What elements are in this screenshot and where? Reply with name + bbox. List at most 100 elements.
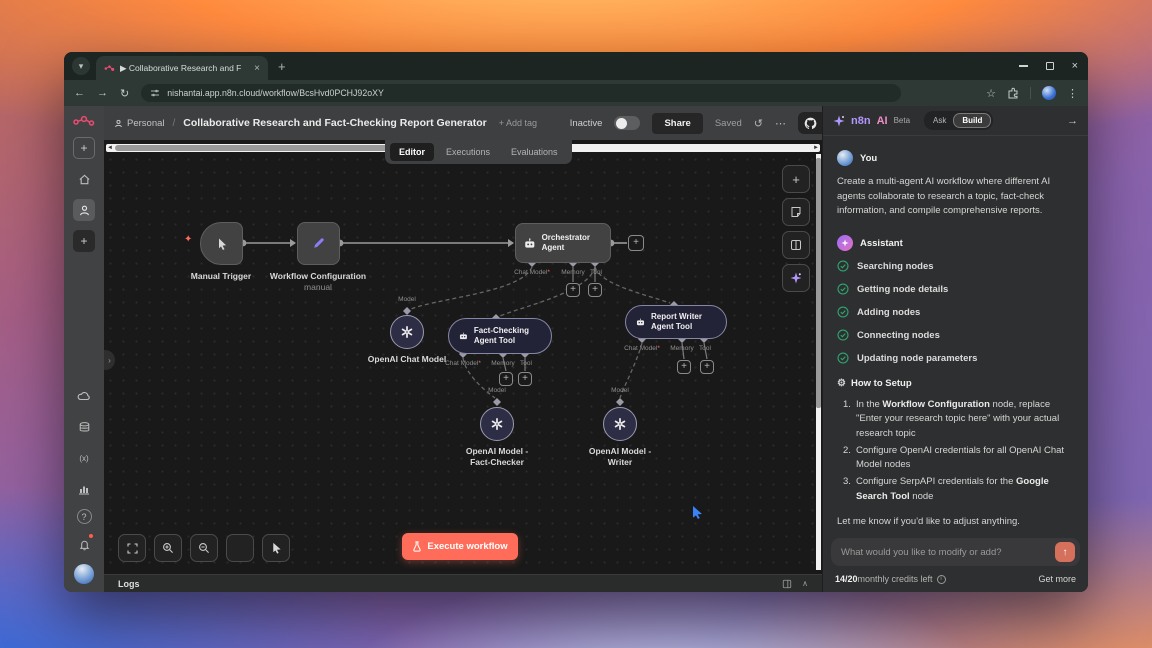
bookmark-star-icon[interactable]: ☆	[986, 87, 996, 100]
port-label-chat-model: Chat Model*	[624, 345, 660, 352]
insights-icon[interactable]	[73, 478, 95, 500]
collapse-panel-icon[interactable]: →	[1067, 115, 1078, 127]
sidebar-personal-icon[interactable]	[73, 199, 95, 221]
undo-button[interactable]	[226, 534, 254, 562]
node-openai-model-writer[interactable]	[603, 407, 637, 441]
add-tool-button[interactable]: +	[700, 360, 714, 374]
node-openai-model-fact-checker[interactable]	[480, 407, 514, 441]
fit-view-button[interactable]	[118, 534, 146, 562]
add-memory-button[interactable]: +	[566, 283, 580, 297]
node-label: Manual Trigger	[191, 271, 251, 281]
step-number: 1.	[843, 398, 856, 441]
github-widget[interactable]	[798, 112, 822, 134]
port-label-chat-model: Chat Model*	[514, 269, 550, 276]
assistant-header: n8n AI Beta Ask Build →	[823, 106, 1088, 136]
remote-cursor-icon	[692, 506, 703, 519]
restore-button[interactable]	[1046, 62, 1054, 70]
ai-assistant-button[interactable]	[782, 264, 810, 292]
browser-tab[interactable]: ▶ Collaborative Research and F ×	[96, 56, 268, 80]
sidebar-overview-add-button[interactable]: +	[73, 137, 95, 159]
tab-close-icon[interactable]: ×	[254, 63, 260, 74]
close-window-button[interactable]: ×	[1072, 60, 1078, 72]
add-memory-button[interactable]: +	[499, 372, 513, 386]
node-orchestrator-agent[interactable]: Orchestrator Agent	[515, 223, 611, 263]
info-icon[interactable]: i	[937, 575, 946, 584]
back-button[interactable]: ←	[74, 87, 85, 99]
tab-executions[interactable]: Executions	[437, 143, 499, 161]
history-icon[interactable]: ↺	[754, 117, 763, 130]
zoom-in-icon	[162, 542, 174, 554]
profile-avatar[interactable]	[1042, 86, 1056, 100]
workflow-canvas[interactable]: ◄ ► Editor Executions Evaluations +	[104, 140, 822, 574]
trigger-spark-icon: ✦	[184, 234, 192, 245]
connection-wires	[104, 140, 822, 574]
extensions-icon[interactable]	[1007, 87, 1019, 99]
send-button[interactable]: ↑	[1055, 542, 1075, 562]
ask-build-switch[interactable]: Ask Build	[924, 111, 993, 130]
variables-icon[interactable]: (x)	[73, 447, 95, 469]
chat-input-card[interactable]: ↑	[831, 538, 1080, 566]
active-toggle[interactable]	[614, 116, 640, 130]
flask-icon	[412, 541, 422, 552]
sparkle-icon	[790, 272, 802, 284]
chat-history[interactable]: You Create a multi-agent AI workflow whe…	[823, 136, 1088, 538]
add-connection-button[interactable]: +	[628, 235, 644, 251]
add-tool-button[interactable]: +	[588, 283, 602, 297]
assistant-step: Searching nodes	[837, 260, 1074, 272]
add-memory-button[interactable]: +	[677, 360, 691, 374]
ask-tab[interactable]: Ask	[926, 114, 953, 127]
execute-workflow-button[interactable]: Execute workflow	[402, 533, 518, 560]
notifications-icon[interactable]	[73, 533, 95, 555]
n8n-sidebar: + + (x) ?	[64, 106, 104, 592]
new-tab-button[interactable]: +	[278, 59, 286, 74]
user-message-author: You	[860, 153, 877, 164]
credits-text: monthly credits left	[858, 574, 933, 584]
reload-button[interactable]: ↻	[120, 87, 129, 100]
zoom-out-button[interactable]	[190, 534, 218, 562]
sidebar-new-workflow-button[interactable]: +	[73, 230, 95, 252]
toggle-panel-button[interactable]	[782, 231, 810, 259]
split-panel-icon	[790, 239, 802, 251]
plus-icon: +	[80, 141, 87, 155]
forward-button[interactable]: →	[97, 87, 108, 99]
tab-search-button[interactable]: ▾	[72, 57, 90, 75]
user-avatar[interactable]	[74, 564, 94, 584]
tidy-up-button[interactable]	[262, 534, 290, 562]
assistant-step: Updating node parameters	[837, 352, 1074, 364]
node-workflow-configuration[interactable]	[297, 222, 340, 265]
add-tool-button[interactable]: +	[518, 372, 532, 386]
help-icon[interactable]: ?	[77, 509, 92, 524]
chat-input[interactable]	[841, 547, 1055, 558]
port-label-tool: Tool	[590, 269, 602, 276]
execute-workflow-label: Execute workflow	[427, 541, 507, 552]
node-report-writer-agent-tool[interactable]: Report Writer Agent Tool	[625, 305, 727, 339]
robot-icon	[524, 237, 536, 250]
logs-bar[interactable]: Logs ∧	[104, 574, 822, 592]
chevron-up-icon[interactable]: ∧	[802, 579, 808, 588]
build-tab[interactable]: Build	[953, 113, 991, 128]
tab-editor[interactable]: Editor	[390, 143, 434, 161]
zoom-in-button[interactable]	[154, 534, 182, 562]
project-breadcrumb[interactable]: Personal	[114, 118, 165, 129]
node-openai-chat-model[interactable]	[390, 315, 424, 349]
node-manual-trigger[interactable]	[200, 222, 243, 265]
open-panel-icon[interactable]	[782, 579, 792, 589]
get-more-link[interactable]: Get more	[1038, 574, 1076, 584]
node-fact-checking-agent-tool[interactable]: Fact-Checking Agent Tool	[448, 318, 552, 354]
cloud-icon[interactable]	[73, 385, 95, 407]
templates-icon[interactable]	[73, 416, 95, 438]
robot-icon	[459, 330, 468, 342]
more-menu-icon[interactable]: ⋯	[775, 117, 786, 130]
browser-menu-icon[interactable]: ⋮	[1067, 87, 1078, 100]
question-glyph: ?	[81, 512, 86, 522]
sidebar-home-icon[interactable]	[73, 168, 95, 190]
share-button[interactable]: Share	[652, 113, 702, 134]
address-bar[interactable]: nishantai.app.n8n.cloud/workflow/BcsHvd0…	[141, 84, 901, 102]
workflow-title[interactable]: Collaborative Research and Fact-Checking…	[183, 117, 486, 129]
add-tag-button[interactable]: + Add tag	[499, 118, 537, 128]
add-node-button[interactable]: +	[782, 165, 810, 193]
tab-evaluations[interactable]: Evaluations	[502, 143, 567, 161]
add-sticky-note-button[interactable]	[782, 198, 810, 226]
minimize-button[interactable]	[1019, 65, 1028, 67]
url-text: nishantai.app.n8n.cloud/workflow/BcsHvd0…	[167, 88, 384, 98]
